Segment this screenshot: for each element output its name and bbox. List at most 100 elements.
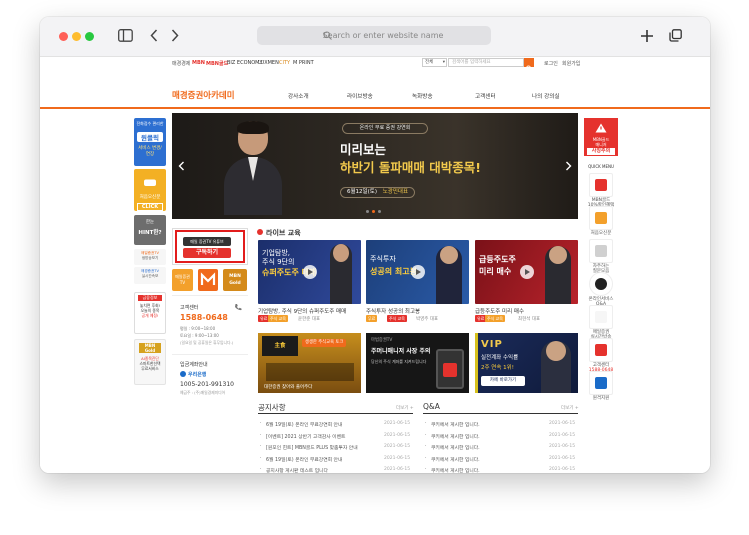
family-site-7[interactable]: M PRINT (293, 60, 314, 66)
new-tab-icon[interactable] (641, 30, 653, 42)
youtube-box: 매일 증권TV 유튜브 구독하기 (172, 228, 248, 265)
qna-item[interactable]: 쿠키에서 게시한 입니다. (431, 421, 531, 428)
qna-more-link[interactable]: 더보기 + (561, 405, 579, 411)
support-title: 고객센터 (180, 305, 199, 311)
promo-banner-vip[interactable]: VIP 실전계좌 수익률 2주 연속 1위! 카페 바로가기 (475, 333, 578, 393)
notices-more-link[interactable]: 더보기 + (396, 405, 414, 411)
banner-date: 6월12일(토) (347, 189, 377, 195)
banner-dot-2[interactable] (372, 210, 375, 213)
live-thumb-3[interactable]: 급등주도주 미리 매수 (475, 240, 578, 304)
zoom-window-button[interactable] (85, 32, 94, 41)
site-search-button[interactable] (524, 58, 534, 72)
live-thumb-2[interactable]: 주식투자 성공의 최고봉 (366, 240, 469, 304)
close-window-button[interactable] (59, 32, 68, 41)
quick-menu-item-5[interactable] (589, 305, 613, 329)
live2-text2: 성공의 최고봉 (370, 267, 417, 276)
quick-menu-title: QUICK MENU (588, 164, 614, 169)
main-banner[interactable]: 온라인 무료 증권 강연회 미리보는 하반기 돌파매매 대박종목! 6월12일(… (172, 113, 578, 219)
join-link[interactable]: 회원가입 (562, 60, 580, 67)
sidebar-icon[interactable] (118, 29, 133, 42)
shortcut-daily-tv[interactable]: 매일증권 TV (172, 269, 193, 291)
qna-date: 2021-06-15 (549, 455, 576, 461)
browser-toolbar: Search or enter website name (40, 17, 710, 57)
right-ad-warning[interactable]: MBN골드 매니저 사칭주의 (584, 118, 618, 156)
banner-next-icon[interactable] (565, 161, 572, 171)
youtube-subscribe-button[interactable]: 구독하기 (183, 248, 231, 258)
site-logo[interactable]: 매경증권아카데미 (172, 89, 235, 101)
tabs-overview-icon[interactable] (669, 29, 682, 42)
banner-dot-1[interactable] (366, 210, 369, 213)
notice-bullet: · (260, 444, 262, 449)
qna-title: Q&A (423, 402, 440, 411)
quick-menu-item-2[interactable] (589, 206, 613, 230)
nav-live[interactable]: 라이브방송 (347, 92, 373, 100)
left-ad-live-tv[interactable]: 매일증권TV 생방송보기 (134, 249, 166, 265)
promo1-main: 대한증권 찾아와 풀어주다 (264, 385, 313, 390)
nav-instructors[interactable]: 강사소개 (288, 92, 309, 100)
promo1-top: 생생한 주식교육 토크 (302, 339, 347, 347)
forward-icon[interactable] (171, 29, 179, 42)
quick-menu-item-3[interactable] (589, 239, 613, 263)
live1-caption[interactable]: 기업탐방, 주식 9단의 슈퍼주도주 매매 (258, 307, 346, 315)
site-search-input[interactable]: 검색어를 입력하세요 (448, 58, 524, 67)
left-ad-first-visit-top: 처음오신분 (139, 195, 161, 200)
quick-menu-item-7[interactable] (589, 371, 613, 395)
family-site-3[interactable]: MBN골드 (206, 60, 228, 67)
login-link[interactable]: 로그인 (544, 60, 558, 67)
qna-item[interactable]: 쿠키에서 게시한 입니다. (431, 444, 531, 451)
promo-banner-manager[interactable]: 마법증권TV 주머니매니저 사장 주의 당신의 주식 계좌를 지켜드립니다 (366, 333, 469, 393)
left-ad-news[interactable]: 매경증권TV 실시간속보 (134, 267, 166, 284)
qna-item[interactable]: 쿠키에서 게시한 입니다. (431, 467, 531, 473)
family-site-1[interactable]: 매경경제 (172, 60, 190, 67)
shortcut-m-logo[interactable] (198, 269, 218, 291)
search-scope-select[interactable]: 전체 ▾ (422, 58, 447, 67)
qna-item[interactable]: 쿠키에서 게시한 입니다. (431, 433, 531, 440)
qna-item[interactable]: 쿠키에서 게시한 입니다. (431, 456, 531, 463)
notice-item[interactable]: [원포인 힌트] MBN골드 PLUS 맞춤투자 안내 (266, 444, 366, 451)
promo3-cafe-button[interactable]: 카페 바로가기 (481, 376, 525, 386)
shortcut-mbn-gold[interactable]: MBN Gold (223, 269, 247, 291)
banner-title-line2: 하반기 돌파매매 대박종목! (340, 160, 481, 175)
left-ad-oneclick[interactable]: 전화접수 편리한 원클릭 서비스 변경/연장 (134, 118, 166, 166)
quick-menu-item-4[interactable] (589, 272, 613, 296)
remote-support-icon (595, 377, 607, 389)
banner-date-pill: 6월12일(토) 노광민대표 (340, 187, 416, 198)
nav-support[interactable]: 고객센터 (475, 92, 496, 100)
warning-triangle-icon (595, 123, 607, 133)
notice-item[interactable]: 6월 19일(토) 온라인 무료강연회 안내 (266, 421, 366, 428)
family-site-6[interactable]: CITY (279, 60, 290, 66)
notice-item[interactable]: [이벤트] 2021 상반기 고객감사 이벤트 (266, 433, 366, 440)
left-ad-oneclick-top: 전화접수 편리한 (136, 121, 164, 126)
notice-item[interactable]: 6월 19일(토) 온라인 무료강연회 안내 (266, 456, 366, 463)
qna-icon (595, 278, 607, 290)
family-site-5[interactable]: LUXMEN (258, 60, 279, 66)
quick-menu-item-6[interactable] (589, 338, 613, 362)
left-ad-hint[interactable]: 한눈 HINT한? (134, 215, 166, 245)
minimize-window-button[interactable] (72, 32, 81, 41)
back-icon[interactable] (150, 29, 158, 42)
promo-banner-talk[interactable]: 主食 생생한 주식교육 토크 대한증권 찾아와 풀어주다 (258, 333, 361, 393)
live3-caption[interactable]: 급등주도주 미리 매수 (475, 307, 524, 315)
live-thumb-1[interactable]: 기업탐방, 주식 9단의 슈퍼주도주 매매 (258, 240, 361, 304)
customer-center: 고객센터 1588-0648 평일 : 9:00~18:00 토요일 : 9:0… (172, 295, 248, 351)
left-ad-news-sub: 실시간속보 (141, 274, 159, 278)
live2-caption[interactable]: 주식투자 성공의 최고봉 (366, 307, 420, 315)
banner-dot-3[interactable] (378, 210, 381, 213)
shortcut-daily-tv-label: 매일증권 TV (175, 274, 190, 285)
support-phone[interactable]: 1588-0648 (180, 313, 228, 322)
nav-my-class[interactable]: 나의 강의실 (532, 92, 560, 100)
promo3-sub1: 실전계좌 수익률 (481, 355, 519, 361)
nav-recorded[interactable]: 녹화방송 (412, 92, 433, 100)
play-icon (519, 265, 534, 279)
play-icon (302, 265, 317, 279)
banner-prev-icon[interactable] (178, 161, 185, 171)
bank-name: 우리은행 (188, 372, 207, 378)
promo3-title: VIP (481, 339, 503, 350)
family-site-2[interactable]: MBN (192, 60, 205, 66)
quick-menu-item-1[interactable] (589, 173, 613, 197)
left-ad-first-visit[interactable]: 처음오신분 CLICK (134, 169, 166, 211)
left-ad-mbn-gold[interactable]: MBN Gold AI종목진단 스마트한선택 무료서비스 (134, 339, 166, 385)
address-bar[interactable]: Search or enter website name (257, 26, 491, 45)
left-ad-finance-info[interactable]: 금융정보 놓치면 후회! 오늘의 종목 공개 예정! (134, 292, 166, 334)
notice-item[interactable]: 공지사항 게시판 테스트 입니다 (266, 467, 366, 473)
